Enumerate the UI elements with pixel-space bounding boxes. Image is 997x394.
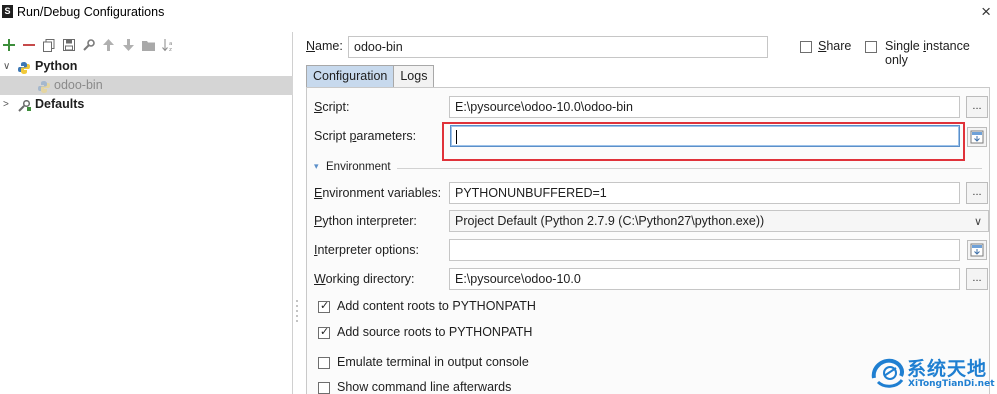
- show-command-line-label: Show command line afterwards: [337, 380, 512, 394]
- svg-text:z: z: [169, 47, 172, 52]
- watermark-subtitle: XiTongTianDi.net: [908, 379, 995, 389]
- highlight-box: [442, 122, 965, 161]
- up-arrow-icon[interactable]: [100, 36, 117, 54]
- script-label: Script:: [314, 100, 350, 114]
- tree-item-python-label: Python: [35, 59, 78, 73]
- configuration-panel: Script: E:\pysource\odoo-10.0\odoo-bin .…: [306, 87, 990, 394]
- copy-icon[interactable]: [40, 36, 57, 54]
- emulate-terminal-checkbox[interactable]: [318, 357, 330, 369]
- script-parameters-label: Script parameters:: [314, 129, 417, 143]
- folder-icon[interactable]: [140, 36, 157, 54]
- section-divider: [397, 168, 982, 169]
- watermark-swirl-icon: [871, 358, 904, 388]
- python-interpreter-value: Project Default (Python 2.7.9 (C:\Python…: [455, 214, 765, 228]
- down-arrow-icon[interactable]: [120, 36, 137, 54]
- expand-interpreter-options-button[interactable]: [967, 240, 987, 260]
- collapse-triangle-icon[interactable]: ▾: [314, 161, 319, 172]
- remove-icon[interactable]: [20, 36, 37, 54]
- chevron-right-icon[interactable]: >: [3, 95, 9, 114]
- watermark-logo: 系统天地 XiTongTianDi.net: [870, 354, 995, 392]
- interpreter-options-field[interactable]: [449, 239, 960, 261]
- environment-section-title: Environment: [326, 161, 391, 173]
- browse-working-directory-button[interactable]: ...: [966, 268, 988, 290]
- add-content-roots-label: Add content roots to PYTHONPATH: [337, 299, 536, 313]
- working-directory-label: Working directory:: [314, 272, 415, 286]
- script-path-field[interactable]: E:\pysource\odoo-10.0\odoo-bin: [449, 96, 960, 118]
- python-interpreter-select[interactable]: Project Default (Python 2.7.9 (C:\Python…: [449, 210, 989, 232]
- working-directory-field[interactable]: E:\pysource\odoo-10.0: [449, 268, 960, 290]
- python-icon: [18, 61, 30, 74]
- emulate-terminal-label: Emulate terminal in output console: [337, 355, 529, 369]
- single-instance-checkbox[interactable]: [865, 41, 877, 53]
- add-icon[interactable]: [0, 36, 17, 54]
- environment-variables-label: Environment variables:: [314, 186, 442, 200]
- watermark-title: 系统天地: [907, 359, 988, 380]
- chevron-down-icon: ∨: [973, 216, 982, 228]
- tab-logs[interactable]: Logs: [393, 65, 435, 87]
- configuration-editor: Name: odoo-bin Share Single instance onl…: [300, 32, 997, 394]
- share-checkbox[interactable]: [800, 41, 812, 53]
- tab-configuration[interactable]: Configuration: [306, 65, 395, 87]
- close-icon[interactable]: ×: [981, 2, 991, 22]
- tree-item-defaults-label: Defaults: [35, 97, 85, 111]
- name-label: Name:: [306, 39, 343, 53]
- defaults-wrench-icon: [18, 99, 31, 112]
- name-row: Name: odoo-bin Share Single instance onl…: [306, 36, 996, 67]
- configurations-tree-pane: az ∨ Python odoo-bin > Defaults: [0, 32, 293, 394]
- edit-environment-button[interactable]: ...: [966, 182, 988, 204]
- tree-item-python[interactable]: ∨ Python: [0, 57, 293, 76]
- tree-item-defaults[interactable]: > Defaults: [0, 95, 293, 114]
- name-field[interactable]: odoo-bin: [348, 36, 768, 58]
- interpreter-options-label: Interpreter options:: [314, 243, 419, 257]
- save-icon[interactable]: [60, 36, 77, 54]
- tree-item-odoo-bin-label: odoo-bin: [54, 78, 103, 92]
- python-file-icon: [38, 80, 50, 93]
- sort-icon[interactable]: az: [160, 36, 177, 54]
- configurations-tree: ∨ Python odoo-bin > Defaults: [0, 57, 293, 114]
- wrench-icon[interactable]: [80, 36, 97, 54]
- title-bar: S Run/Debug Configurations ×: [0, 0, 997, 26]
- tree-toolbar: az: [0, 34, 180, 56]
- add-source-roots-checkbox[interactable]: [318, 325, 330, 339]
- show-command-line-checkbox[interactable]: [318, 382, 330, 394]
- add-source-roots-label: Add source roots to PYTHONPATH: [337, 325, 533, 339]
- python-interpreter-label: Python interpreter:: [314, 214, 417, 228]
- add-content-roots-checkbox[interactable]: [318, 299, 330, 313]
- share-label: Share: [818, 39, 852, 53]
- tree-item-odoo-bin[interactable]: odoo-bin: [0, 76, 293, 95]
- tab-strip: Configuration Logs: [306, 65, 435, 87]
- window-title: Run/Debug Configurations: [17, 5, 165, 19]
- browse-script-button[interactable]: ...: [966, 96, 988, 118]
- environment-variables-field[interactable]: PYTHONUNBUFFERED=1: [449, 182, 960, 204]
- expand-parameters-button[interactable]: [967, 127, 987, 147]
- chevron-down-icon[interactable]: ∨: [3, 57, 10, 76]
- single-instance-label: Single instance only: [885, 39, 970, 67]
- app-icon: S: [2, 5, 13, 18]
